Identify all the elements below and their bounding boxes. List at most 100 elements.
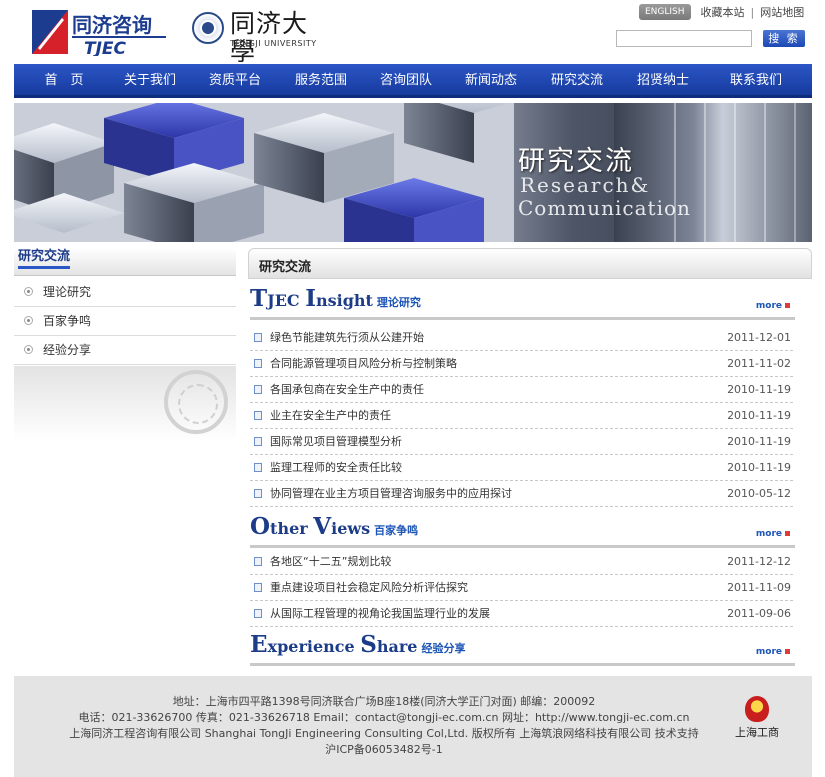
national-emblem-icon [745, 696, 769, 722]
document-icon [254, 557, 262, 566]
search-input[interactable] [616, 30, 752, 47]
more-link[interactable]: more [756, 301, 790, 311]
footer: 地址：上海市四平路1398号同济联合广场B座18楼(同济大学正门对面) 邮编：2… [14, 676, 812, 777]
document-icon [254, 463, 262, 472]
main-title-bar: 研究交流 [248, 248, 812, 279]
news-title[interactable]: 各地区“十二五”规划比较 [270, 549, 391, 575]
tongji-university-logo[interactable]: 同济大學 TONGJI UNIVERSITY [190, 10, 330, 66]
bullet-icon [24, 316, 33, 325]
news-title[interactable]: 协同管理在业主方项目管理咨询服务中的应用探讨 [270, 481, 512, 507]
news-row[interactable]: 监理工程师的安全责任比较 2010-11-19 [250, 455, 793, 481]
more-link[interactable]: more [756, 647, 790, 657]
more-link[interactable]: more [756, 529, 790, 539]
badge-caption: 上海工商 [735, 726, 779, 739]
footer-icp[interactable]: 沪ICP备06053482号-1 [14, 741, 754, 757]
main-nav: 首 页 关于我们 资质平台 服务范围 咨询团队 新闻动态 研究交流 招贤纳士 联… [14, 64, 812, 98]
document-icon [254, 583, 262, 592]
news-row[interactable]: 重点建设项目社会稳定风险分析评估探究 2011-11-09 [250, 575, 793, 601]
news-date: 2011-11-02 [727, 357, 791, 370]
seal-watermark-icon [164, 370, 228, 434]
news-title[interactable]: 合同能源管理项目风险分析与控制策略 [270, 351, 457, 377]
news-row[interactable]: 各地区“十二五”规划比较 2011-12-12 [250, 549, 793, 575]
nav-about[interactable]: 关于我们 [114, 64, 186, 95]
news-date: 2011-09-06 [727, 607, 791, 620]
news-date: 2010-11-19 [727, 383, 791, 396]
section-title: TJEC Insight 理论研究 [250, 285, 421, 312]
main-title: 研究交流 [259, 260, 312, 275]
news-title[interactable]: 监理工程师的安全责任比较 [270, 455, 402, 481]
main-content: 研究交流 TJEC Insight 理论研究 more 绿色节能建筑先行须从公建开… [248, 248, 812, 668]
banner-subtitle-line2: Communication [518, 196, 691, 220]
nav-research[interactable]: 研究交流 [528, 64, 626, 95]
news-row[interactable]: 协同管理在业主方项目管理咨询服务中的应用探讨 2010-05-12 [250, 481, 793, 507]
nav-home[interactable]: 首 页 [14, 64, 114, 95]
section-title: Other Views 百家争鸣 [250, 513, 419, 540]
top-link-separator: | [750, 5, 755, 19]
tjec-logo[interactable]: 同济咨询 TJEC [30, 8, 168, 56]
document-icon [254, 609, 262, 618]
news-row[interactable]: 从国际工程管理的视角论我国监理行业的发展 2011-09-06 [250, 601, 793, 627]
news-row[interactable]: 绿色节能建筑先行须从公建开始 2011-12-01 [250, 325, 793, 351]
sidebar-item-label: 经验分享 [43, 343, 92, 357]
sidebar-title: 研究交流 [14, 248, 236, 276]
news-title[interactable]: 绿色节能建筑先行须从公建开始 [270, 325, 424, 351]
top-links: ENGLISH 收藏本站 | 网站地图 [639, 4, 804, 20]
footer-address: 地址：上海市四平路1398号同济联合广场B座18楼(同济大学正门对面) 邮编：2… [172, 695, 596, 708]
news-date: 2010-11-19 [727, 409, 791, 422]
footer-copyright: 上海同济工程咨询有限公司 Shanghai TongJi Engineering… [69, 727, 699, 740]
sitemap-link[interactable]: 网站地图 [760, 4, 804, 20]
sidebar-decoration [14, 366, 236, 442]
sidebar-item-experience[interactable]: 经验分享 [14, 336, 236, 365]
section-title: Experience Share 经验分享 [250, 631, 466, 658]
business-license-badge[interactable]: 上海工商 [729, 696, 785, 752]
banner-cubes-image [14, 103, 514, 242]
news-title[interactable]: 重点建设项目社会稳定风险分析评估探究 [270, 575, 468, 601]
nav-contact[interactable]: 联系我们 [700, 64, 812, 95]
nav-careers[interactable]: 招贤纳士 [626, 64, 700, 95]
nav-services[interactable]: 服务范围 [284, 64, 358, 95]
news-date: 2011-12-01 [727, 331, 791, 344]
news-row[interactable]: 各国承包商在安全生产中的责任 2010-11-19 [250, 377, 793, 403]
banner: 研究交流 Research& Communication [14, 103, 812, 242]
section-header-insight: TJEC Insight 理论研究 more [250, 285, 795, 320]
sidebar-item-label: 理论研究 [43, 285, 92, 299]
news-title[interactable]: 国际常见项目管理模型分析 [270, 429, 402, 455]
search-button[interactable]: 搜 索 [763, 30, 805, 47]
news-title[interactable]: 业主在安全生产中的责任 [270, 403, 391, 429]
footer-contact: 电话：021-33626700 传真：021-33626718 Email：co… [78, 711, 690, 724]
sidebar-item-theory[interactable]: 理论研究 [14, 278, 236, 307]
section-header-other-views: Other Views 百家争鸣 more [250, 513, 795, 548]
news-row[interactable]: 合同能源管理项目风险分析与控制策略 2011-11-02 [250, 351, 793, 377]
document-icon [254, 437, 262, 446]
nav-team[interactable]: 咨询团队 [358, 64, 454, 95]
news-date: 2010-05-12 [727, 487, 791, 500]
news-date: 2010-11-19 [727, 435, 791, 448]
svg-text:TJEC: TJEC [84, 39, 127, 56]
document-icon [254, 385, 262, 394]
english-button[interactable]: ENGLISH [639, 4, 691, 20]
sidebar-item-label: 百家争鸣 [43, 314, 92, 328]
document-icon [254, 411, 262, 420]
tongji-seal-icon [192, 12, 224, 44]
nav-news[interactable]: 新闻动态 [454, 64, 528, 95]
nav-qualification[interactable]: 资质平台 [186, 64, 284, 95]
sidebar-item-views[interactable]: 百家争鸣 [14, 307, 236, 336]
document-icon [254, 333, 262, 342]
bullet-icon [24, 345, 33, 354]
banner-subtitle-line1: Research& [520, 173, 651, 197]
news-row[interactable]: 业主在安全生产中的责任 2010-11-19 [250, 403, 793, 429]
news-date: 2011-12-12 [727, 555, 791, 568]
sidebar: 研究交流 理论研究 百家争鸣 经验分享 [14, 248, 236, 442]
news-title[interactable]: 各国承包商在安全生产中的责任 [270, 377, 424, 403]
svg-text:同济咨询: 同济咨询 [72, 13, 152, 37]
news-date: 2011-11-09 [727, 581, 791, 594]
news-title[interactable]: 从国际工程管理的视角论我国监理行业的发展 [270, 601, 490, 627]
tongji-name-en: TONGJI UNIVERSITY [230, 39, 317, 48]
document-icon [254, 359, 262, 368]
bookmark-link[interactable]: 收藏本站 [701, 4, 745, 20]
tongji-name-cn: 同济大學 [230, 9, 309, 66]
sidebar-title-text: 研究交流 [18, 248, 71, 269]
document-icon [254, 489, 262, 498]
bullet-icon [24, 287, 33, 296]
news-row[interactable]: 国际常见项目管理模型分析 2010-11-19 [250, 429, 793, 455]
